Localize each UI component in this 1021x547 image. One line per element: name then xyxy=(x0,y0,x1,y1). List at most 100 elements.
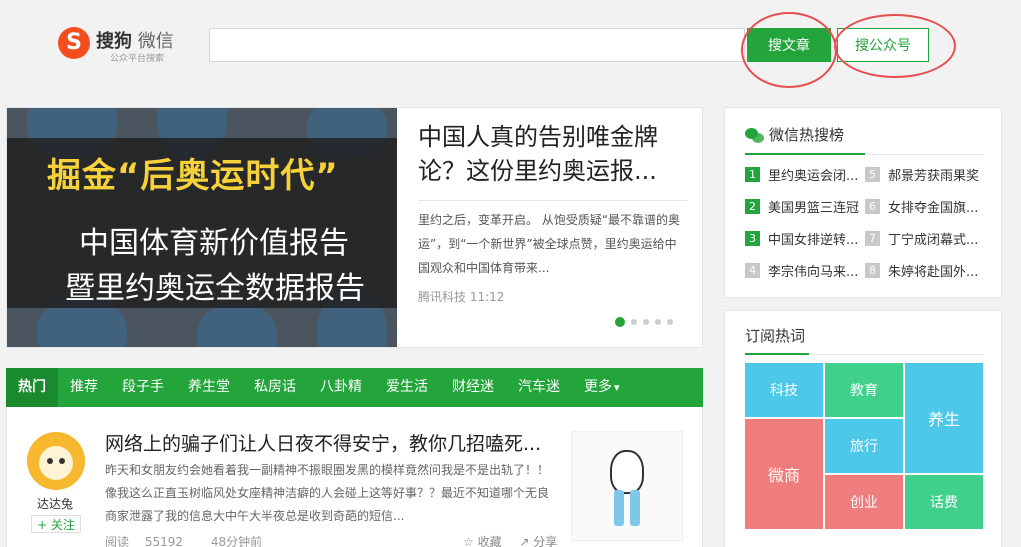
category-label: 更多 xyxy=(584,379,612,395)
category-tab[interactable]: 推荐 xyxy=(58,368,110,407)
hot-search-text: 中国女排逆转... xyxy=(768,232,859,248)
avatar-eye xyxy=(47,458,53,464)
hot-search-text: 美国男篮三连冠 xyxy=(768,200,860,216)
author-avatar[interactable] xyxy=(27,432,85,490)
rank-badge: 5 xyxy=(865,166,880,182)
collect-button[interactable]: ☆ 收藏 xyxy=(463,535,502,547)
rank-badge: 6 xyxy=(865,198,880,214)
wechat-icon xyxy=(745,127,765,144)
read-count: 阅读 55192 xyxy=(105,535,195,547)
read-value: 55192 xyxy=(144,535,184,547)
logo-title: 搜狗 微信 xyxy=(96,27,174,53)
hero-summary: 里约之后，变革开启。 从饱受质疑“最不靠谱的奥运”，到“一个新世界”被全球点赞，… xyxy=(418,213,681,275)
category-tab[interactable]: 私房话 xyxy=(242,368,308,407)
hero-title-link[interactable]: 中国人真的告别唯金牌论？这份里约奥运报... xyxy=(418,120,688,188)
article-actions: ☆ 收藏 ↗ 分享 xyxy=(449,533,557,547)
category-nav: 热门 推荐 段子手 养生堂 私房话 八卦精 爱生活 财经迷 汽车迷 更多 ▾ xyxy=(6,368,703,407)
category-tab[interactable]: 八卦精 xyxy=(308,368,374,407)
subscribe-tag[interactable]: 养生 xyxy=(905,363,983,473)
avatar-face xyxy=(39,446,73,480)
hot-search-text: 李宗伟向马来... xyxy=(768,264,859,280)
hot-search-title-text: 微信热搜榜 xyxy=(769,126,845,144)
article-card: 达达兔 + 关注 网络上的骗子们让人日夜不得安宁，教你几招嗑死... 昨天和女朋… xyxy=(6,407,703,547)
subscribe-tag[interactable]: 旅行 xyxy=(825,419,903,473)
carousel-dots xyxy=(615,317,673,327)
hot-search-text: 朱婷将赴国外... xyxy=(888,264,979,280)
rank-badge: 3 xyxy=(745,230,760,246)
article-title-link[interactable]: 网络上的骗子们让人日夜不得安宁，教你几招嗑死... xyxy=(105,429,541,456)
hero-image[interactable]: 掘金“后奥运时代” 中国体育新价值报告 暨里约奥运全数据报告 xyxy=(7,108,397,347)
category-tab[interactable]: 财经迷 xyxy=(440,368,506,407)
title-underline xyxy=(745,353,809,355)
article-thumbnail[interactable] xyxy=(571,431,683,541)
carousel-dot[interactable] xyxy=(643,319,649,325)
search-article-button[interactable]: 搜文章 xyxy=(747,28,831,62)
read-label: 阅读 xyxy=(105,535,130,547)
category-label: 养生堂 xyxy=(188,379,230,395)
logo-brand: 搜狗 xyxy=(96,31,132,52)
decor-shape xyxy=(197,303,277,347)
subscribe-tag[interactable]: 微商 xyxy=(745,419,823,529)
article-summary: 昨天和女朋友约会她看着我一副精神不振眼圈发黑的模样竟然问我是不是出轨了！！像我这… xyxy=(105,463,550,523)
hot-search-item[interactable]: 2 美国男篮三连冠 xyxy=(745,196,859,216)
hot-search-item[interactable]: 4 李宗伟向马来... xyxy=(745,260,858,280)
divider xyxy=(418,200,688,201)
subscribe-tag[interactable]: 话费 xyxy=(905,475,983,529)
hero-image-subtitle: 暨里约奥运全数据报告 xyxy=(65,271,365,306)
avatar-eye xyxy=(59,458,65,464)
follow-button[interactable]: + 关注 xyxy=(31,515,81,533)
sogou-weixin-logo[interactable]: S 搜狗 微信 公众平台搜索 xyxy=(58,25,208,65)
hero-image-headline: 掘金“后奥运时代” xyxy=(47,156,339,196)
article-time: 48分钟前 xyxy=(210,535,263,547)
hot-search-item[interactable]: 7 丁宁成闭幕式... xyxy=(865,228,978,248)
logo-subtitle: 公众平台搜索 xyxy=(110,54,165,64)
category-label: 八卦精 xyxy=(320,379,362,395)
hot-search-text: 女排夺金国旗... xyxy=(888,200,979,216)
hero-time: 11:12 xyxy=(469,290,505,304)
rank-badge: 7 xyxy=(865,230,880,246)
category-tab[interactable]: 汽车迷 xyxy=(506,368,572,407)
category-tab[interactable]: 段子手 xyxy=(110,368,176,407)
hot-search-item[interactable]: 6 女排夺金国旗... xyxy=(865,196,978,216)
hot-search-item[interactable]: 5 郝景芳获雨果奖 xyxy=(865,164,979,184)
tear-decor xyxy=(630,490,640,526)
carousel-dot[interactable] xyxy=(615,317,625,327)
hot-search-text: 丁宁成闭幕式... xyxy=(888,232,979,248)
hero-meta: 腾讯科技 11:12 xyxy=(418,288,504,305)
subscribe-tags-panel: 订阅热词 科技 教育 养生 微商 旅行 创业 话费 xyxy=(724,310,1002,547)
cartoon-face-icon xyxy=(610,450,644,494)
category-label: 汽车迷 xyxy=(518,379,560,395)
author-name[interactable]: 达达兔 xyxy=(37,495,73,512)
share-button[interactable]: ↗ 分享 xyxy=(519,535,557,547)
category-label: 爱生活 xyxy=(386,379,428,395)
hero-source: 腾讯科技 xyxy=(418,290,467,304)
rank-badge: 4 xyxy=(745,262,760,278)
chevron-down-icon: ▾ xyxy=(614,381,620,394)
category-label: 私房话 xyxy=(254,379,296,395)
search-input[interactable] xyxy=(209,28,745,62)
hot-search-title: 微信热搜榜 xyxy=(745,124,844,145)
search-account-button[interactable]: 搜公众号 xyxy=(837,28,929,62)
subscribe-tag[interactable]: 创业 xyxy=(825,475,903,529)
category-label: 段子手 xyxy=(122,379,164,395)
category-label: 财经迷 xyxy=(452,379,494,395)
category-tab[interactable]: 更多 ▾ xyxy=(572,368,632,407)
hot-search-item[interactable]: 8 朱婷将赴国外... xyxy=(865,260,978,280)
rank-badge: 1 xyxy=(745,166,760,182)
subscribe-tag[interactable]: 科技 xyxy=(745,363,823,417)
logo-product: 微信 xyxy=(137,31,174,52)
carousel-dot[interactable] xyxy=(667,319,673,325)
carousel-dot[interactable] xyxy=(631,319,637,325)
subscribe-tags-title: 订阅热词 xyxy=(745,327,806,345)
carousel-dot[interactable] xyxy=(655,319,661,325)
category-tab[interactable]: 热门 xyxy=(6,368,58,407)
hot-search-text: 里约奥运会闭... xyxy=(768,168,859,184)
category-tab[interactable]: 爱生活 xyxy=(374,368,440,407)
hot-search-item[interactable]: 3 中国女排逆转... xyxy=(745,228,858,248)
article-meta: 阅读 55192 48分钟前 xyxy=(105,533,274,547)
category-tab[interactable]: 养生堂 xyxy=(176,368,242,407)
subscribe-tag[interactable]: 教育 xyxy=(825,363,903,417)
hot-search-item[interactable]: 1 里约奥运会闭... xyxy=(745,164,858,184)
hot-search-text: 郝景芳获雨果奖 xyxy=(888,168,980,184)
hero-carousel: 掘金“后奥运时代” 中国体育新价值报告 暨里约奥运全数据报告 中国人真的告别唯金… xyxy=(6,107,703,348)
